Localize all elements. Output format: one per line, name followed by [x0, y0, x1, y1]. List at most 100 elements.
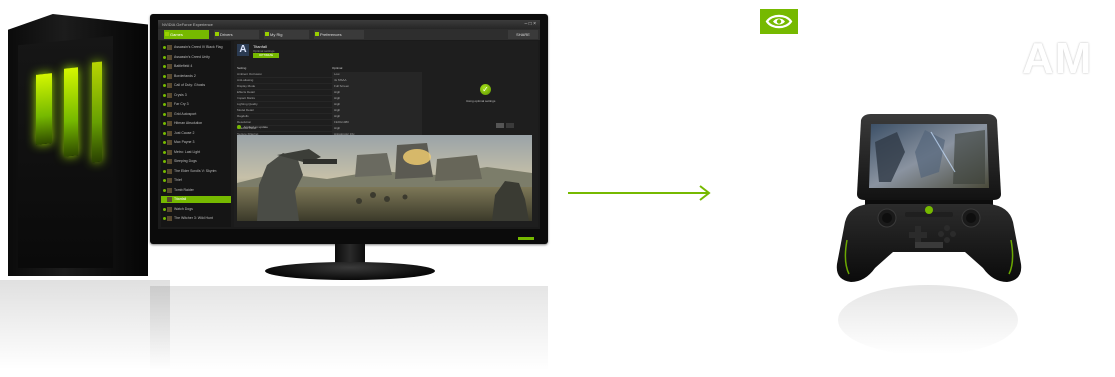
- nvidia-logo-icon: [760, 9, 798, 34]
- game-logo: A: [237, 44, 249, 56]
- game-screenshot: [237, 135, 532, 221]
- share-button[interactable]: SHARE: [508, 30, 538, 39]
- tab-drivers[interactable]: Drivers: [214, 30, 259, 39]
- game-list-item[interactable]: Just Cause 2: [161, 130, 231, 137]
- rig-icon: [265, 32, 269, 36]
- setting-value: 1920x1080: [332, 120, 422, 125]
- tower-light-strip: [92, 61, 102, 163]
- game-name: Assassin's Creed Unity: [174, 54, 210, 59]
- tab-games[interactable]: Games: [164, 30, 209, 39]
- game-list-item[interactable]: Grid Autosport: [161, 111, 231, 118]
- optimized-check-icon: [163, 198, 166, 201]
- setting-value: High: [332, 102, 422, 107]
- game-thumbnail: [167, 206, 172, 212]
- game-name: Thief: [174, 178, 182, 182]
- game-name: Tomb Raider: [174, 187, 194, 192]
- nvidia-shield-device: [836, 114, 1022, 282]
- game-list-item[interactable]: Far Cry 3: [161, 101, 231, 108]
- game-thumbnail: [167, 92, 172, 98]
- setting-name: Ambient Occlusion: [237, 72, 263, 76]
- game-thumbnail: [167, 159, 172, 164]
- game-name: The Witcher 3: Wild Hunt: [174, 216, 213, 220]
- setting-name: Anti-aliasing: [237, 78, 254, 82]
- game-name: Battlefield 4: [174, 64, 193, 68]
- game-name: Call of Duty: Ghosts: [174, 83, 206, 87]
- optimized-check-icon: [163, 65, 166, 68]
- partial-heading: AM: [1022, 34, 1093, 83]
- tab-my-rig[interactable]: My Rig: [264, 30, 309, 39]
- game-list-item[interactable]: Battlefield 4: [161, 63, 231, 70]
- optimized-check-icon: [163, 150, 166, 154]
- games-list: Assassin's Creed IV Black Flag Assassin's…: [161, 41, 231, 227]
- game-thumbnail: [167, 130, 172, 136]
- setting-value: High: [332, 126, 422, 131]
- window-controls[interactable]: – □ ×: [525, 21, 537, 28]
- game-thumbnail: [167, 140, 172, 145]
- optimize-button[interactable]: OPTIMIZE: [253, 53, 279, 58]
- game-list-item[interactable]: Borderlands 2: [161, 73, 231, 80]
- setting-name: Display Mode: [237, 84, 256, 88]
- setting-name: Effects Detail: [237, 90, 255, 94]
- game-list-item[interactable]: Sleeping Dogs: [161, 158, 231, 165]
- game-name: Titanfall: [174, 197, 187, 201]
- screenshot-prev-button[interactable]: [496, 123, 504, 128]
- app-title: NVIDIA GeForce Experience: [162, 22, 213, 27]
- optimized-check-icon: [163, 179, 166, 182]
- app-tabbar: Games Drivers My Rig Preferences SHARE: [158, 29, 540, 40]
- setting-column-header: Setting: [237, 66, 247, 70]
- game-list-item[interactable]: Assassin's Creed IV Black Flag: [161, 44, 231, 51]
- game-list-item[interactable]: Tomb Raider: [161, 187, 231, 194]
- optimized-check-icon: [163, 103, 166, 106]
- optimized-check-icon: [163, 84, 166, 87]
- game-list-item[interactable]: The Witcher 3: Wild Hunt: [161, 215, 231, 222]
- game-thumbnail: [167, 73, 172, 79]
- game-list-item[interactable]: Thief: [161, 177, 231, 184]
- optimized-check-icon: [163, 112, 166, 116]
- pc-tower: [0, 14, 155, 276]
- game-name: Crysis 3: [174, 92, 187, 97]
- game-thumbnail: [167, 149, 172, 155]
- game-name: Max Payne 3: [174, 140, 195, 144]
- game-list-item[interactable]: Hitman Absolution: [161, 120, 231, 127]
- setting-value: High: [332, 96, 422, 101]
- game-list-item[interactable]: Watch Dogs: [161, 206, 231, 213]
- status-dot-icon: [237, 125, 241, 130]
- tower-light-strip: [64, 67, 78, 157]
- setting-value: High: [332, 114, 422, 119]
- titanfall-scene-image: [237, 135, 532, 221]
- optimized-check-icon: [163, 169, 166, 173]
- game-name: Borderlands 2: [174, 73, 196, 78]
- game-thumbnail: [167, 102, 172, 107]
- app-titlebar: NVIDIA GeForce Experience – □ ×: [158, 20, 540, 29]
- download-icon: [215, 32, 219, 36]
- optimized-check-icon: [163, 141, 166, 144]
- game-list-item[interactable]: Crysis 3: [161, 92, 231, 99]
- tab-preferences[interactable]: Preferences: [314, 30, 364, 39]
- setting-value: 4x MSAA: [332, 78, 422, 83]
- game-list-item[interactable]: The Elder Scrolls V: Skyrim: [161, 168, 231, 175]
- game-thumbnail: [167, 54, 172, 60]
- screenshot-next-button[interactable]: [506, 123, 514, 128]
- game-list-item[interactable]: Assassin's Creed Unity: [161, 54, 231, 61]
- game-list-item[interactable]: Call of Duty: Ghosts: [161, 82, 231, 89]
- game-list-item[interactable]: Titanfall: [161, 196, 231, 203]
- game-thumbnail: [167, 168, 172, 174]
- game-name: Grid Autosport: [174, 111, 197, 116]
- game-thumbnail: [167, 111, 172, 117]
- game-thumbnail: [167, 187, 172, 193]
- home-icon: [165, 32, 169, 36]
- setting-value: High: [332, 108, 422, 113]
- game-list-item[interactable]: Metro: Last Light: [161, 149, 231, 156]
- game-thumbnail: [167, 197, 172, 202]
- setting-name: Model Detail: [237, 108, 254, 112]
- optimized-check-icon: [163, 160, 166, 163]
- setting-name: Lighting Quality: [237, 102, 258, 106]
- game-name: The Elder Scrolls V: Skyrim: [174, 168, 217, 173]
- game-name: Sleeping Dogs: [174, 159, 197, 163]
- setting-value: High: [332, 90, 422, 95]
- monitor-stand-base: [265, 262, 435, 280]
- game-list-item[interactable]: Max Payne 3: [161, 139, 231, 146]
- game-thumbnail: [167, 45, 172, 50]
- optimized-check-icon: [163, 74, 166, 78]
- green-arrow-right-icon: [568, 185, 711, 201]
